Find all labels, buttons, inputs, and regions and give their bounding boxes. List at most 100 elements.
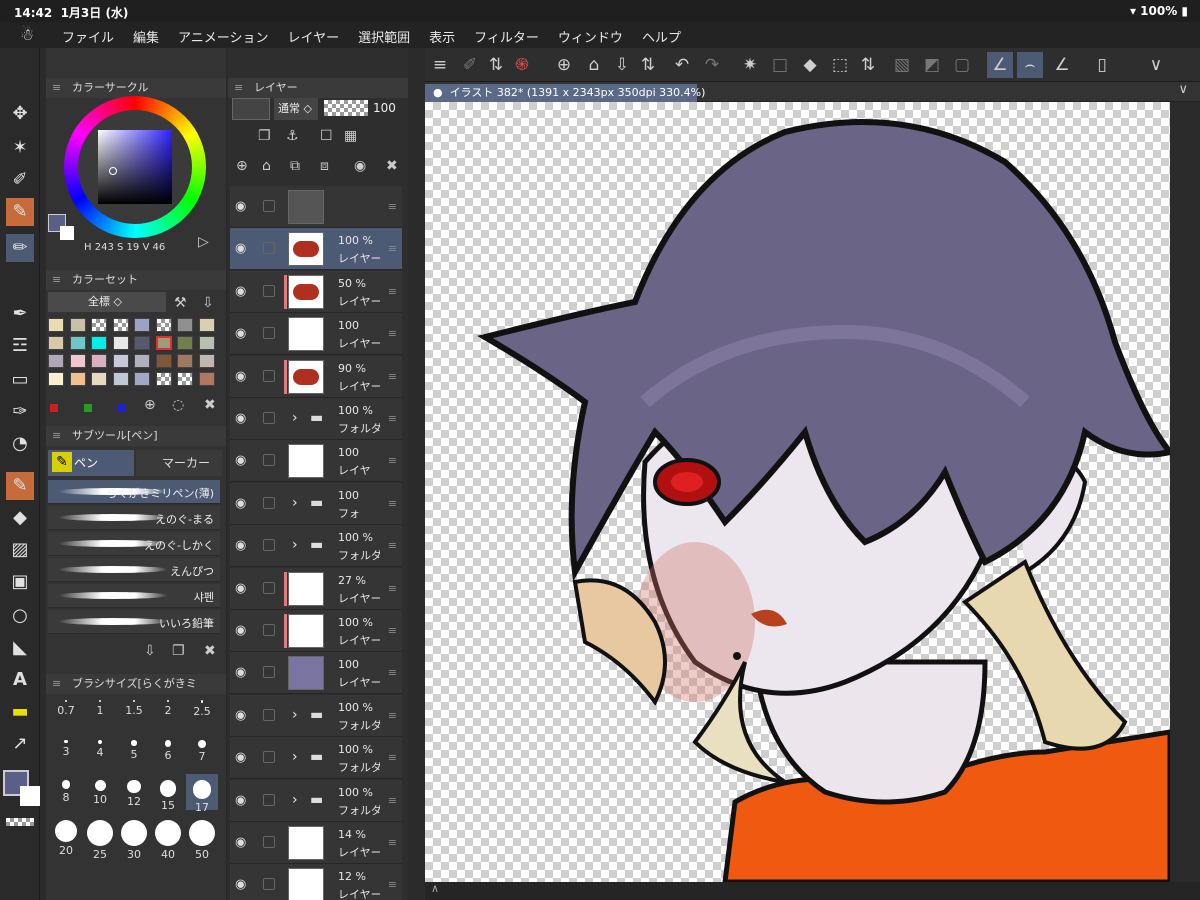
brush-size-option[interactable]: 25 xyxy=(84,814,116,861)
device-icon[interactable]: ▯ xyxy=(1089,52,1115,78)
layer-check[interactable] xyxy=(263,200,275,212)
expand-chevron-icon[interactable]: › xyxy=(292,410,298,426)
layer-row[interactable]: ◉ › ▬ 100 % フォルダ ≡ xyxy=(230,525,402,568)
layer-check[interactable] xyxy=(263,878,275,891)
layer-row[interactable]: ◉ 12 % レイヤー1 ≡ xyxy=(230,864,402,900)
eye-icon[interactable]: ◉ xyxy=(235,708,246,723)
fill-tool-icon[interactable]: ✎ xyxy=(6,472,34,500)
brush-size-option[interactable]: 2.5 xyxy=(186,694,218,730)
layer-color-button[interactable] xyxy=(232,98,270,120)
brush-item[interactable]: 샤펜 xyxy=(48,584,220,608)
layer-row[interactable]: ◉ 100 レイヤー1 ≡ xyxy=(230,652,402,695)
menu-animation[interactable]: アニメーション xyxy=(178,27,268,46)
wrench-icon[interactable]: ⚒ xyxy=(174,295,187,311)
color-set-selector[interactable]: 全標 ◇ xyxy=(48,292,166,312)
drag-handle-icon[interactable]: ≡ xyxy=(388,370,397,383)
undo-icon[interactable]: ↶ xyxy=(669,52,695,78)
chevron-down-icon[interactable]: ∨ xyxy=(1143,52,1169,78)
airbrush-icon[interactable]: ☲ xyxy=(6,332,34,360)
brush-size-option[interactable]: 20 xyxy=(50,814,82,857)
palette-dot[interactable] xyxy=(84,404,92,412)
color-swatch[interactable] xyxy=(112,318,129,332)
palette-dot[interactable] xyxy=(118,404,126,412)
merge-down-icon[interactable]: ⧉ xyxy=(290,158,300,174)
canvas-tab-chevron-icon[interactable]: ∨ xyxy=(1178,82,1188,97)
clip-layer-icon[interactable]: ❐ xyxy=(258,128,271,144)
eye-icon[interactable]: ◉ xyxy=(235,453,246,468)
color-swatch[interactable] xyxy=(177,336,193,350)
eye-icon[interactable]: ◉ xyxy=(235,284,246,299)
drag-handle-icon[interactable]: ≡ xyxy=(388,751,397,764)
brush-size-option[interactable]: 8 xyxy=(50,774,82,810)
app-logo-icon[interactable]: ☃ xyxy=(20,25,34,44)
eye-icon[interactable]: ◉ xyxy=(235,623,246,638)
layer-row[interactable]: ◉ 14 % レイヤー2 ≡ xyxy=(230,822,402,864)
drag-handle-icon[interactable]: ≡ xyxy=(388,836,397,849)
correct-line-icon[interactable]: ↗ xyxy=(6,730,34,758)
brush-size-option[interactable]: 7 xyxy=(186,734,218,770)
brush-size-option[interactable]: 6 xyxy=(152,734,184,770)
download-brush-icon[interactable]: ⇩ xyxy=(144,643,156,659)
layer-check[interactable] xyxy=(263,496,275,509)
eye-icon[interactable]: ◉ xyxy=(235,411,246,426)
layer-row[interactable]: ◉ › ▬ 100 % フォルダ ≡ xyxy=(230,737,402,780)
magic-wand-icon[interactable]: ✶ xyxy=(6,134,34,162)
save-icon[interactable]: ⇩ xyxy=(609,52,635,78)
new-raster-layer-icon[interactable]: ⊕ xyxy=(236,158,248,174)
color-swatch[interactable] xyxy=(155,318,172,332)
eye-icon[interactable]: ◉ xyxy=(235,750,246,765)
layer-check[interactable] xyxy=(263,666,275,679)
delete-layer-icon[interactable]: ✖ xyxy=(386,158,398,174)
brush-size-option[interactable]: 12 xyxy=(118,774,150,810)
color-swatch[interactable] xyxy=(198,372,215,386)
eye-icon[interactable]: ◉ xyxy=(235,538,246,553)
drawing-canvas[interactable] xyxy=(425,102,1170,882)
saturation-value-square[interactable] xyxy=(98,130,172,204)
new-file-icon[interactable]: ⊕ xyxy=(551,52,577,78)
drag-handle-icon[interactable]: ≡ xyxy=(388,285,397,298)
select-icon[interactable]: ✐ xyxy=(457,52,483,78)
drag-handle-icon[interactable]: ≡ xyxy=(388,539,397,552)
layer-check[interactable] xyxy=(263,581,275,594)
spiral-icon[interactable]: ֍ xyxy=(509,52,535,78)
brush-tool-icon[interactable]: ✒ xyxy=(6,300,34,328)
eye-icon[interactable]: ◉ xyxy=(235,199,246,214)
layer-row[interactable]: ◉ 100 % レイヤー ≡ xyxy=(230,610,402,652)
layer-row[interactable]: ◉ 100 % レイヤー2 ≡ xyxy=(230,228,402,271)
layer-row[interactable]: ◉ ≡ xyxy=(230,186,402,228)
drag-handle-icon[interactable]: ≡ xyxy=(388,624,397,637)
brush-size-option[interactable]: 0.7 xyxy=(50,694,82,730)
layer-row[interactable]: ◉ 50 % レイヤー ≡ xyxy=(230,270,402,313)
layer-check[interactable] xyxy=(263,751,275,764)
color-swatch[interactable] xyxy=(134,372,150,386)
drag-handle-icon[interactable]: ≡ xyxy=(388,582,397,595)
brush-size-option[interactable]: 3 xyxy=(50,734,82,770)
menu-selection[interactable]: 選択範囲 xyxy=(358,27,410,46)
color-swatch[interactable] xyxy=(155,372,172,386)
lock-transparency-icon[interactable]: ▦ xyxy=(344,128,357,144)
chevron-updown-icon-2[interactable]: ⇅ xyxy=(635,52,661,78)
opacity-slider[interactable] xyxy=(324,100,368,116)
brush-item[interactable]: らくがきミリペン(薄) xyxy=(48,480,220,504)
import-icon[interactable]: ⇩ xyxy=(202,295,214,311)
deselect-icon[interactable]: ▧ xyxy=(889,52,915,78)
blend-mode-select[interactable]: 通常 ◇ xyxy=(274,98,318,120)
layer-row[interactable]: ◉ 100 レイヤー3 ≡ xyxy=(230,313,402,356)
color-swatch[interactable] xyxy=(112,354,129,368)
brush-item[interactable]: えのぐ-まる xyxy=(48,506,220,530)
snap-special-ruler-icon[interactable]: ⌢ xyxy=(1017,52,1043,78)
layer-check[interactable] xyxy=(263,624,275,636)
sub-color-swatch[interactable] xyxy=(60,226,74,240)
color-swatch[interactable] xyxy=(48,336,64,350)
eraser-icon[interactable]: ▭ xyxy=(6,366,34,394)
brush-size-option[interactable]: 17 xyxy=(186,774,218,814)
ruler-icon[interactable]: ◣ xyxy=(6,634,34,662)
transfer-layer-icon[interactable]: ⧈ xyxy=(320,158,329,174)
color-swatch[interactable] xyxy=(155,354,172,368)
eye-icon[interactable]: ◉ xyxy=(235,326,246,341)
pen-tool-icon[interactable]: ✎ xyxy=(6,198,34,226)
selection-border-icon[interactable]: ▢ xyxy=(949,52,975,78)
expand-chevron-icon[interactable]: › xyxy=(292,792,298,808)
brush-item[interactable]: えのぐ-しかく xyxy=(48,532,220,556)
color-swatch[interactable] xyxy=(69,336,86,350)
